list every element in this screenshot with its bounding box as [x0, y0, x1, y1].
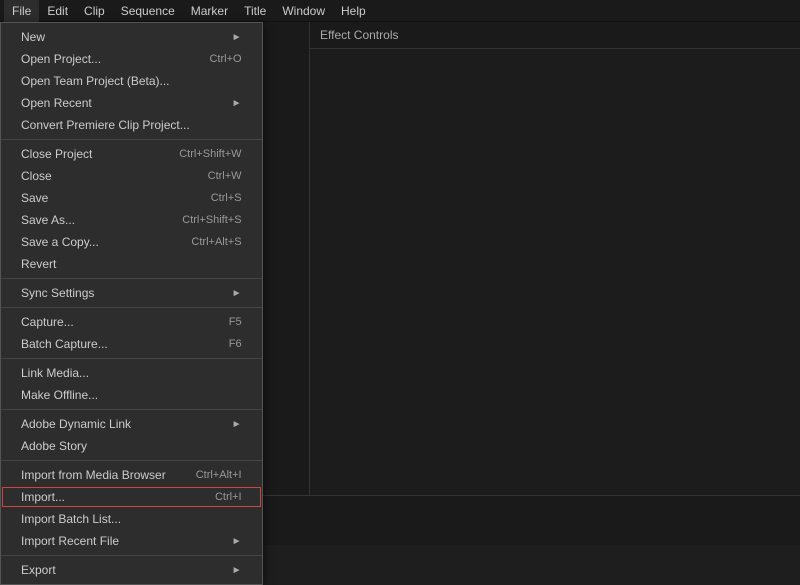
separator-7 — [1, 555, 262, 556]
separator-1 — [1, 139, 262, 140]
menu-item-capture[interactable]: Capture... F5 — [1, 311, 262, 333]
effect-controls-content — [310, 49, 800, 545]
menu-item-convert[interactable]: Convert Premiere Clip Project... — [1, 114, 262, 136]
menu-item-adobe-story[interactable]: Adobe Story — [1, 435, 262, 457]
menu-help[interactable]: Help — [333, 0, 374, 22]
menu-item-import[interactable]: Import... Ctrl+I — [1, 486, 262, 508]
menu-item-export[interactable]: Export ► — [1, 559, 262, 581]
menu-item-save-as[interactable]: Save As... Ctrl+Shift+S — [1, 209, 262, 231]
menu-item-save[interactable]: Save Ctrl+S — [1, 187, 262, 209]
menu-item-batch-capture[interactable]: Batch Capture... F6 — [1, 333, 262, 355]
menu-item-new[interactable]: New ► — [1, 26, 262, 48]
menu-item-link-media[interactable]: Link Media... — [1, 362, 262, 384]
separator-3 — [1, 307, 262, 308]
menu-item-revert[interactable]: Revert — [1, 253, 262, 275]
menu-title[interactable]: Title — [236, 0, 274, 22]
separator-4 — [1, 358, 262, 359]
menu-edit[interactable]: Edit — [39, 0, 76, 22]
submenu-arrow-new: ► — [232, 32, 242, 43]
submenu-arrow-sync: ► — [232, 288, 242, 299]
effect-controls-label: Effect Controls — [320, 28, 398, 42]
file-dropdown-menu: New ► Open Project... Ctrl+O Open Team P… — [0, 22, 263, 585]
right-panel: Effect Controls — [310, 22, 800, 545]
menu-item-adobe-dynamic-link[interactable]: Adobe Dynamic Link ► — [1, 413, 262, 435]
menu-item-open-project[interactable]: Open Project... Ctrl+O — [1, 48, 262, 70]
menu-item-open-team[interactable]: Open Team Project (Beta)... — [1, 70, 262, 92]
menu-window[interactable]: Window — [274, 0, 333, 22]
menu-item-make-offline[interactable]: Make Offline... — [1, 384, 262, 406]
menu-item-close[interactable]: Close Ctrl+W — [1, 165, 262, 187]
menu-clip[interactable]: Clip — [76, 0, 113, 22]
menu-bar: File Edit Clip Sequence Marker Title Win… — [0, 0, 800, 22]
menu-item-import-from-media[interactable]: Import from Media Browser Ctrl+Alt+I — [1, 464, 262, 486]
menu-sequence[interactable]: Sequence — [113, 0, 183, 22]
menu-item-sync-settings[interactable]: Sync Settings ► — [1, 282, 262, 304]
menu-item-import-recent-file[interactable]: Import Recent File ► — [1, 530, 262, 552]
menu-item-close-project[interactable]: Close Project Ctrl+Shift+W — [1, 143, 262, 165]
submenu-arrow-export: ► — [232, 565, 242, 576]
menu-item-open-recent[interactable]: Open Recent ► — [1, 92, 262, 114]
separator-6 — [1, 460, 262, 461]
separator-2 — [1, 278, 262, 279]
effect-controls-header: Effect Controls — [310, 22, 800, 49]
submenu-arrow-dynamic: ► — [232, 419, 242, 430]
menu-file[interactable]: File — [4, 0, 39, 22]
menu-item-import-batch-list[interactable]: Import Batch List... — [1, 508, 262, 530]
menu-item-save-copy[interactable]: Save a Copy... Ctrl+Alt+S — [1, 231, 262, 253]
separator-5 — [1, 409, 262, 410]
submenu-arrow-recent: ► — [232, 98, 242, 109]
menu-marker[interactable]: Marker — [183, 0, 236, 22]
